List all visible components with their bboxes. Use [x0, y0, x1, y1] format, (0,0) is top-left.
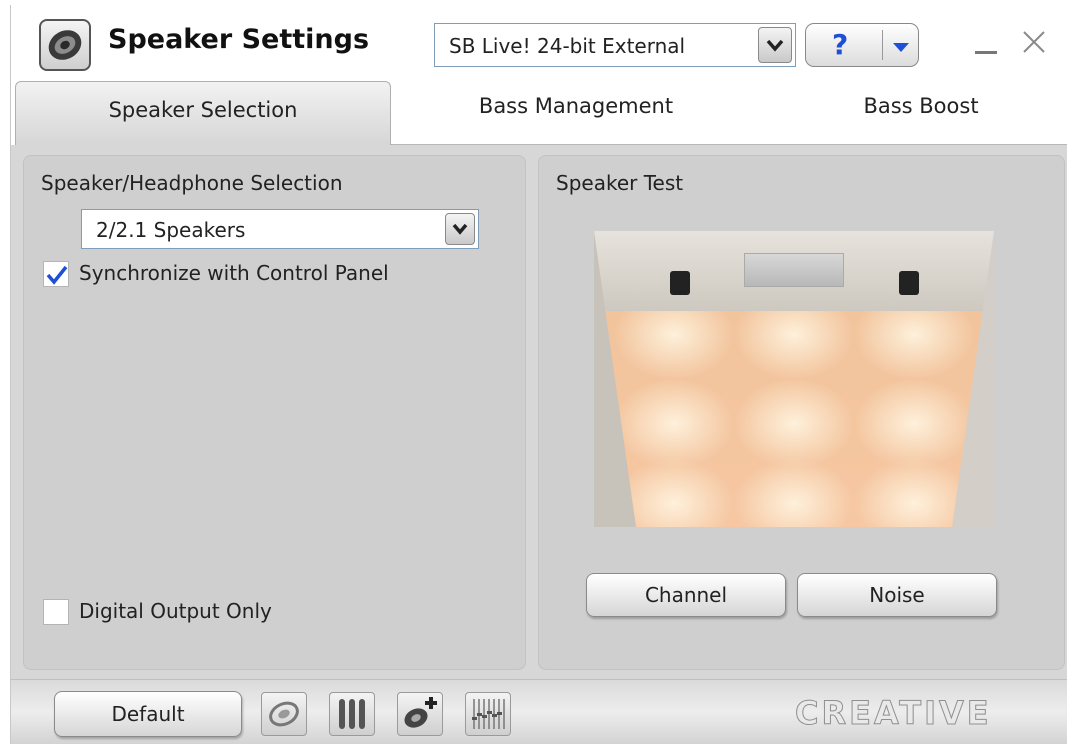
- mixer-tool-icon[interactable]: [329, 692, 375, 736]
- channel-button[interactable]: Channel: [586, 573, 786, 617]
- speaker-test-panel: Speaker Test Channel Noise: [538, 155, 1065, 670]
- title-bar: Speaker Settings SB Live! 24-bit Externa…: [11, 5, 1067, 81]
- sync-checkbox[interactable]: [43, 261, 69, 287]
- left-speaker-icon[interactable]: [670, 271, 690, 295]
- speaker-config-value: 2/2.1 Speakers: [96, 218, 246, 242]
- close-icon[interactable]: [1019, 27, 1049, 57]
- speaker-selection-panel: Speaker/Headphone Selection 2/2.1 Speake…: [23, 155, 526, 670]
- room-left-wall: [594, 231, 636, 527]
- chevron-down-icon[interactable]: [445, 213, 475, 245]
- digital-output-checkbox-label[interactable]: Digital Output Only: [79, 599, 272, 623]
- speaker-tool-icon[interactable]: [261, 692, 307, 736]
- speaker-settings-window: Speaker Settings SB Live! 24-bit Externa…: [10, 5, 1067, 744]
- sync-checkbox-label[interactable]: Synchronize with Control Panel: [79, 261, 389, 285]
- noise-button[interactable]: Noise: [797, 573, 997, 617]
- digital-output-checkbox[interactable]: [43, 599, 69, 625]
- right-speaker-icon[interactable]: [899, 271, 919, 295]
- speaker-test-heading: Speaker Test: [556, 171, 684, 195]
- window-title: Speaker Settings: [108, 24, 370, 55]
- add-speaker-icon[interactable]: [397, 692, 443, 736]
- checkmark-icon: [46, 265, 68, 285]
- default-button[interactable]: Default: [54, 691, 242, 737]
- tab-bar: Speaker Selection Bass Management Bass B…: [11, 81, 1067, 145]
- speaker-config-select[interactable]: 2/2.1 Speakers: [81, 209, 479, 249]
- room-ceiling-vent: [744, 253, 844, 287]
- creative-logo: CREATIVE: [795, 694, 992, 733]
- help-button[interactable]: ?: [805, 23, 919, 67]
- minimize-icon[interactable]: [973, 31, 999, 57]
- bottom-toolbar: Default CREATIVE: [11, 679, 1067, 744]
- speaker-selection-heading: Speaker/Headphone Selection: [41, 171, 343, 195]
- room-right-wall: [952, 231, 994, 527]
- tab-bass-boost[interactable]: Bass Boost: [811, 81, 1031, 145]
- speaker-app-icon: [39, 19, 91, 71]
- device-select-value: SB Live! 24-bit External: [449, 34, 686, 58]
- tab-bass-management[interactable]: Bass Management: [441, 81, 711, 145]
- device-select[interactable]: SB Live! 24-bit External: [434, 23, 796, 67]
- help-dropdown-arrow-icon[interactable]: [892, 39, 910, 58]
- equalizer-tool-icon[interactable]: [465, 692, 511, 736]
- tab-content: Speaker/Headphone Selection 2/2.1 Speake…: [11, 145, 1067, 679]
- speaker-test-room-image[interactable]: [594, 231, 994, 527]
- help-button-separator: [882, 30, 883, 60]
- chevron-down-icon[interactable]: [758, 27, 792, 63]
- help-question-icon: ?: [832, 28, 849, 61]
- tab-speaker-selection[interactable]: Speaker Selection: [15, 81, 391, 145]
